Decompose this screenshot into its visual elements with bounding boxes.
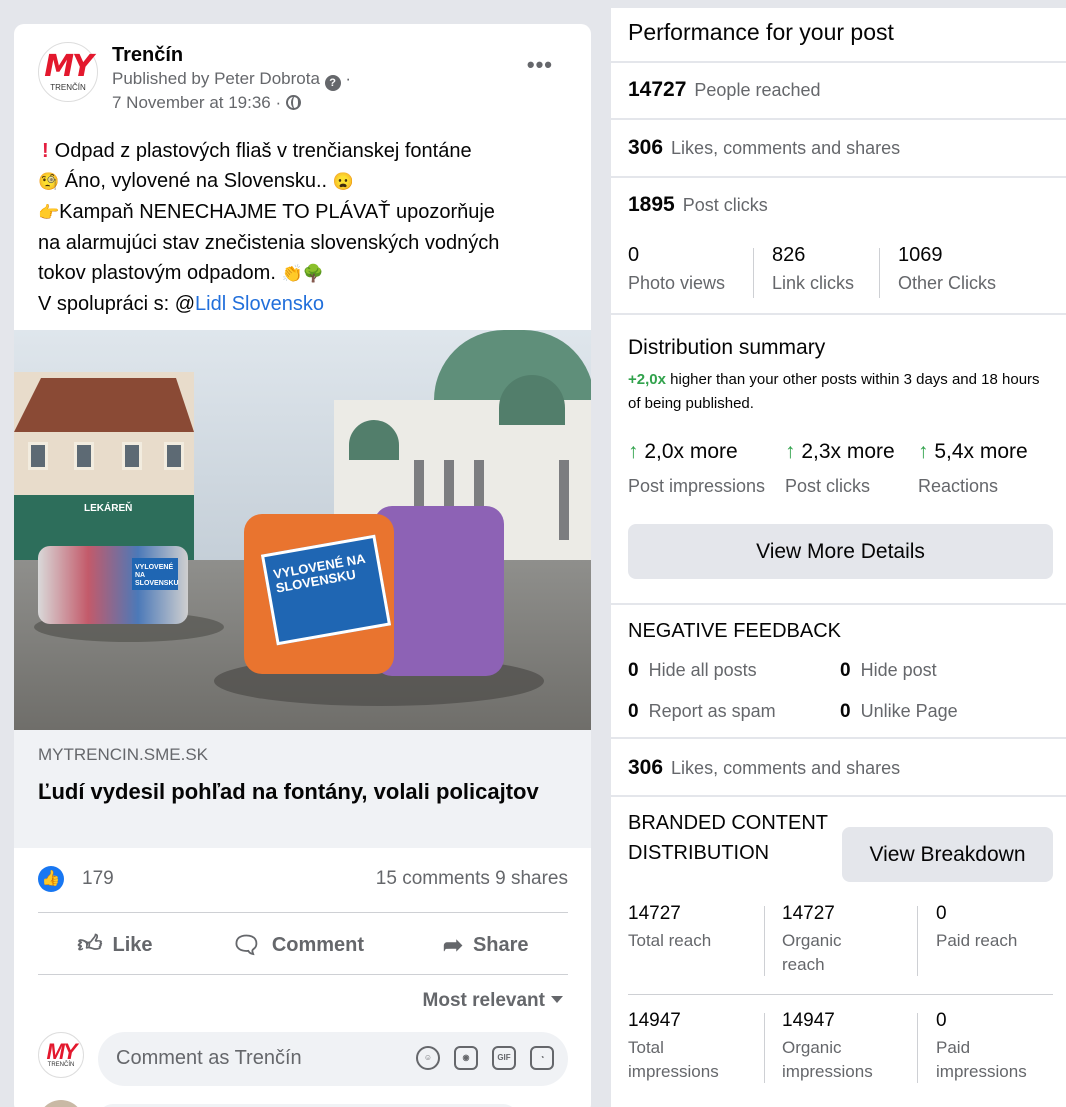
unlike-page: 0 Unlike Page: [840, 701, 958, 722]
comment-placeholder: Comment as Trenčín: [116, 1047, 302, 1069]
sad-emoji-icon: 😦: [332, 172, 354, 191]
divider: [611, 737, 1066, 739]
clicks-multiplier: ↑ 2,3x more: [785, 440, 895, 463]
divider: [611, 603, 1066, 605]
total-reach: 14727 Total reach: [628, 903, 712, 950]
reactions-multiplier: ↑ 5,4x more: [918, 440, 1028, 463]
branded-content-title: BRANDED CONTENT DISTRIBUTION: [628, 812, 828, 864]
organic-impressions: 14947 Organic impressions: [782, 1010, 873, 1081]
paid-reach: 0 Paid reach: [936, 903, 1018, 950]
campaign-sign-small: VYLOVENÉ NA SLOVENSKU: [132, 558, 179, 590]
like-button[interactable]: 👍︎ Like: [77, 931, 152, 959]
action-bar: 👍︎ Like 🗨︎ Comment ➦ Share: [38, 920, 568, 970]
next-comment-avatar[interactable]: [38, 1100, 84, 1107]
caret-down-icon: [551, 996, 563, 1003]
post-header: Trenčín Published by Peter Dobrota ? · 7…: [112, 43, 351, 115]
thumbs-up-icon: 👍︎: [77, 931, 103, 958]
panel-title: Performance for your post: [628, 19, 894, 45]
reactions-label: Reactions: [918, 476, 999, 496]
share-button[interactable]: ➦ Share: [443, 931, 529, 960]
comment-button[interactable]: 🗨︎ Comment: [231, 931, 364, 960]
sort-dropdown[interactable]: Most relevant: [423, 990, 563, 1012]
post-text: ! Odpad z plastových fliaš v trenčianskej…: [38, 140, 500, 315]
tree-emoji-icon: 🌳: [302, 264, 324, 283]
performance-panel: Performance for your post 14727 People re…: [611, 8, 1066, 1107]
link-domain: MYTRENCIN.SME.SK: [38, 745, 209, 764]
page-avatar[interactable]: MY TRENČÍN: [38, 42, 98, 102]
like-reaction-icon[interactable]: 👍: [38, 866, 64, 892]
comment-icon: 🗨︎: [231, 931, 262, 959]
clicks-label: Post clicks: [785, 476, 871, 496]
organic-reach: 14727 Organic reach: [782, 903, 842, 974]
commenter-avatar[interactable]: MY TRENČÍN: [38, 1032, 84, 1078]
view-breakdown-button[interactable]: View Breakdown: [842, 827, 1053, 882]
link-preview[interactable]: MYTRENCIN.SME.SK Ľudí vydesil pohľad na …: [14, 730, 591, 848]
divider: [38, 912, 568, 913]
reactions-bar: 👍 179 15 comments 9 shares: [38, 864, 568, 894]
divider: [611, 795, 1066, 797]
paid-impressions: 0 Paid impressions: [936, 1010, 1027, 1081]
divider: [628, 994, 1053, 995]
comments-shares: 15 comments 9 shares: [376, 868, 568, 890]
divider: [611, 118, 1066, 120]
sticker-icon[interactable]: ◔: [530, 1046, 554, 1070]
comments-count[interactable]: 15 comments: [376, 868, 490, 889]
link-title: Ľudí vydesil pohľad na fontány, volali p…: [38, 779, 539, 804]
people-reached: 14727 People reached: [628, 78, 821, 101]
hide-post: 0 Hide post: [840, 660, 937, 681]
distribution-title: Distribution summary: [628, 336, 826, 359]
collab-link[interactable]: Lidl Slovensko: [195, 293, 324, 315]
view-more-details-button[interactable]: View More Details: [628, 524, 1053, 579]
negative-feedback-title: NEGATIVE FEEDBACK: [628, 620, 842, 642]
published-by: Published by Peter Dobrota ? ·: [112, 69, 352, 91]
engagement-stat: 306 Likes, comments and shares: [628, 136, 901, 159]
distribution-description: +2,0x higher than your other posts withi…: [628, 371, 1040, 412]
post-card: MY TRENČÍN Trenčín Published by Peter Do…: [14, 24, 591, 1107]
like-count[interactable]: 179: [82, 868, 114, 890]
emoji-icon[interactable]: ☺: [416, 1046, 440, 1070]
divider: [611, 313, 1066, 315]
question-icon[interactable]: ?: [324, 75, 341, 91]
arrow-up-icon: ↑: [785, 440, 796, 463]
arrow-up-icon: ↑: [918, 440, 929, 463]
logo-subtext: TRENČÍN: [50, 82, 86, 92]
shares-count[interactable]: 9 shares: [495, 868, 568, 889]
clap-emoji-icon: 👏: [281, 264, 303, 283]
hide-all-posts: 0 Hide all posts: [628, 660, 757, 681]
gif-icon[interactable]: GIF: [492, 1046, 516, 1070]
divider: [611, 61, 1066, 63]
share-icon: ➦: [442, 931, 463, 959]
more-options-icon[interactable]: •••: [527, 52, 553, 78]
comment-input[interactable]: Comment as Trenčín ☺ ◉ GIF ◔: [98, 1032, 568, 1086]
shop-sign: LEKÁREŇ: [84, 503, 133, 514]
divider: [611, 176, 1066, 178]
total-impressions: 14947 Total impressions: [628, 1010, 719, 1081]
engagement-stat-2: 306 Likes, comments and shares: [628, 756, 901, 779]
post-clicks-stat: 1895 Post clicks: [628, 193, 768, 216]
impressions-multiplier: ↑ 2,0x more: [628, 440, 738, 463]
page-name[interactable]: Trenčín: [112, 43, 351, 67]
pointing-hand-icon: 👉: [38, 203, 60, 222]
report-spam: 0 Report as spam: [628, 701, 776, 722]
exclamation-icon: !: [42, 140, 49, 162]
photo-views: 0 Photo views: [628, 244, 726, 293]
post-date: 7 November at 19:36 ·: [112, 91, 351, 115]
post-photo[interactable]: LEKÁREŇ VYLOVENÉ NA SLOVENSKU VYLOVENÉ N…: [14, 330, 591, 730]
other-clicks: 1069 Other Clicks: [898, 244, 997, 293]
divider: [38, 974, 568, 975]
link-clicks: 826 Link clicks: [772, 244, 855, 293]
globe-icon: [285, 95, 301, 110]
logo-text: MY: [44, 48, 94, 84]
impressions-label: Post impressions: [628, 476, 766, 496]
arrow-up-icon: ↑: [628, 440, 639, 463]
camera-icon[interactable]: ◉: [454, 1046, 478, 1070]
face-emoji-icon: 🧐: [38, 172, 60, 191]
